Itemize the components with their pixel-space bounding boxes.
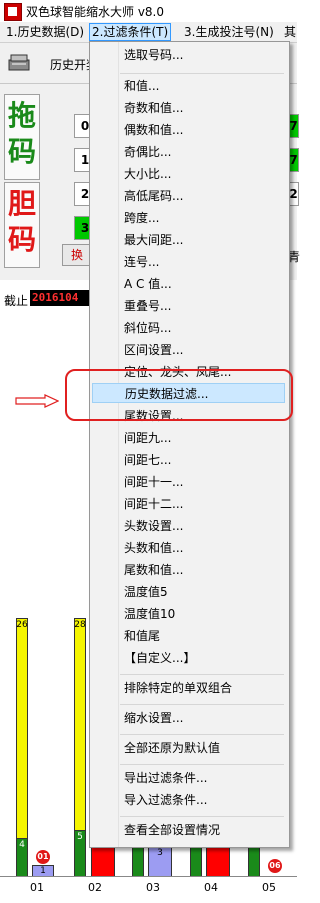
green-bar — [248, 846, 260, 878]
books-icon[interactable] — [8, 52, 30, 72]
menu-item-gap-12[interactable]: 间距十二... — [124, 494, 183, 514]
bar-label: 5 — [77, 832, 83, 842]
menu-item-reduction-setting[interactable]: 缩水设置... — [124, 708, 183, 728]
menu-item-select-numbers[interactable]: 选取号码... — [124, 45, 183, 65]
app-icon — [4, 3, 22, 21]
axis-label: 02 — [88, 881, 102, 894]
menu-item-odd-sum[interactable]: 奇数和值... — [124, 98, 183, 118]
menu-history[interactable]: 1.历史数据(D) — [4, 24, 86, 40]
bar-label: 26 — [16, 620, 28, 630]
menu-separator — [120, 816, 284, 817]
menu-item-odd-even-ratio[interactable]: 奇偶比... — [124, 142, 171, 162]
green-bar — [190, 846, 202, 878]
bile-char-2: 码 — [8, 223, 37, 256]
bile-code-box: 胆 码 — [4, 182, 40, 268]
red-bar — [206, 846, 230, 878]
yellow-bar — [74, 618, 86, 832]
menu-item-gap-9[interactable]: 间距九... — [124, 428, 171, 448]
drag-char-1: 拖 — [8, 99, 37, 132]
menu-item-diagonal[interactable]: 斜位码... — [124, 318, 171, 338]
drag-code-box: 拖 码 — [4, 94, 40, 180]
annotation-oval — [65, 369, 293, 421]
bar-label: 1 — [40, 866, 46, 876]
green-bar — [132, 846, 144, 878]
menu-item-tail-sum[interactable]: 尾数和值... — [124, 560, 183, 580]
menu-separator — [120, 734, 284, 735]
red-ball: 01 — [36, 850, 50, 864]
menu-separator — [120, 73, 284, 74]
menu-separator — [120, 674, 284, 675]
menu-item-temp-10[interactable]: 温度值10 — [124, 604, 175, 624]
menu-other[interactable]: 其 — [282, 24, 298, 40]
red-bar — [91, 846, 115, 878]
menu-item-custom[interactable]: 【自定义...】 — [124, 648, 195, 668]
menu-filter[interactable]: 2.过滤条件(T) — [89, 23, 172, 41]
bar-label: 3 — [157, 848, 163, 858]
menu-item-max-gap[interactable]: 最大间距... — [124, 230, 183, 250]
menu-item-gap-7[interactable]: 间距七... — [124, 450, 171, 470]
menu-icon-column — [90, 42, 119, 847]
menu-separator — [120, 704, 284, 705]
menu-item-reset-defaults[interactable]: 全部还原为默认值 — [124, 738, 220, 758]
yellow-bar — [16, 618, 28, 840]
menu-item-interval[interactable]: 区间设置... — [124, 340, 183, 360]
annotation-arrow-icon — [15, 394, 59, 408]
menu-bar: 1.历史数据(D) 2.过滤条件(T) 3.生成投注号(N) 其 — [0, 22, 297, 43]
menu-item-view-all[interactable]: 查看全部设置情况 — [124, 820, 220, 840]
axis-label: 05 — [262, 881, 276, 894]
axis: 01 02 03 04 05 — [0, 877, 297, 903]
menu-item-head-sum[interactable]: 头数和值... — [124, 538, 183, 558]
deadline-label: 截止 — [4, 294, 29, 308]
menu-item-ac-value[interactable]: A C 值... — [124, 274, 172, 294]
window-title: 双色球智能缩水大师 v8.0 — [26, 5, 165, 19]
menu-item-exclude-odd-even[interactable]: 排除特定的单双组合 — [124, 678, 232, 698]
menu-item-overlap[interactable]: 重叠号... — [124, 296, 171, 316]
bar-label: 28 — [74, 620, 86, 630]
menu-item-high-low-tail[interactable]: 高低尾码... — [124, 186, 183, 206]
bar-label: 4 — [19, 840, 25, 850]
menu-item-import[interactable]: 导入过滤条件... — [124, 790, 207, 810]
bile-char-1: 胆 — [8, 187, 37, 220]
menu-item-head-setting[interactable]: 头数设置... — [124, 516, 183, 536]
axis-label: 03 — [146, 881, 160, 894]
menu-item-consecutive[interactable]: 连号... — [124, 252, 159, 272]
menu-separator — [120, 764, 284, 765]
menu-item-temp-5[interactable]: 温度值5 — [124, 582, 168, 602]
title-bar: 双色球智能缩水大师 v8.0 — [0, 0, 297, 23]
issue-number: 2016104 — [30, 290, 90, 306]
axis-label: 01 — [30, 881, 44, 894]
filter-dropdown-menu: 选取号码... 和值... 奇数和值... 偶数和值... 奇偶比... 大小比… — [89, 41, 290, 848]
menu-item-even-sum[interactable]: 偶数和值... — [124, 120, 183, 140]
menu-generate[interactable]: 3.生成投注号(N) — [182, 24, 276, 40]
red-ball: 06 — [268, 859, 282, 873]
swap-button[interactable]: 换 — [62, 244, 92, 266]
menu-item-sum-tail[interactable]: 和值尾 — [124, 626, 160, 646]
menu-item-export[interactable]: 导出过滤条件... — [124, 768, 207, 788]
menu-item-big-small-ratio[interactable]: 大小比... — [124, 164, 171, 184]
menu-item-span[interactable]: 跨度... — [124, 208, 159, 228]
drag-char-2: 码 — [8, 135, 37, 168]
menu-item-gap-11[interactable]: 间距十一... — [124, 472, 183, 492]
menu-item-sum[interactable]: 和值... — [124, 76, 159, 96]
axis-label: 04 — [204, 881, 218, 894]
